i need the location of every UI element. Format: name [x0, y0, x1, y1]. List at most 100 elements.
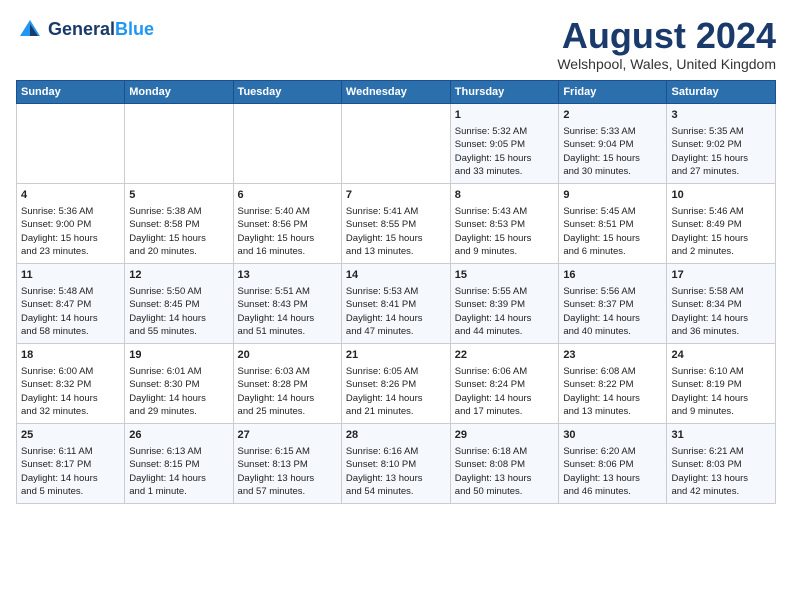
day-info: Daylight: 14 hours — [238, 392, 337, 405]
day-number: 26 — [129, 428, 228, 443]
calendar-cell — [341, 103, 450, 183]
day-info: and 20 minutes. — [129, 245, 228, 258]
week-row-2: 4Sunrise: 5:36 AMSunset: 9:00 PMDaylight… — [17, 183, 776, 263]
day-info: Sunrise: 5:43 AM — [455, 205, 555, 218]
day-info: Sunset: 8:39 PM — [455, 298, 555, 311]
day-info: Daylight: 15 hours — [129, 232, 228, 245]
day-number: 13 — [238, 268, 337, 283]
day-info: Sunset: 8:32 PM — [21, 378, 120, 391]
day-info: Sunrise: 5:56 AM — [563, 285, 662, 298]
day-info: Daylight: 14 hours — [671, 312, 771, 325]
day-number: 5 — [129, 188, 228, 203]
calendar-cell: 9Sunrise: 5:45 AMSunset: 8:51 PMDaylight… — [559, 183, 667, 263]
calendar-cell: 6Sunrise: 5:40 AMSunset: 8:56 PMDaylight… — [233, 183, 341, 263]
day-info: Daylight: 14 hours — [21, 392, 120, 405]
day-info: Sunrise: 5:41 AM — [346, 205, 446, 218]
day-info: Sunrise: 6:10 AM — [671, 365, 771, 378]
day-info: Sunrise: 6:06 AM — [455, 365, 555, 378]
calendar-cell: 3Sunrise: 5:35 AMSunset: 9:02 PMDaylight… — [667, 103, 776, 183]
day-info: Sunrise: 6:20 AM — [563, 445, 662, 458]
day-info: Sunset: 8:45 PM — [129, 298, 228, 311]
day-info: Sunset: 8:08 PM — [455, 458, 555, 471]
day-info: Sunset: 8:26 PM — [346, 378, 446, 391]
day-info: Daylight: 14 hours — [21, 472, 120, 485]
day-info: Sunrise: 5:45 AM — [563, 205, 662, 218]
calendar-cell: 31Sunrise: 6:21 AMSunset: 8:03 PMDayligh… — [667, 423, 776, 503]
day-info: Daylight: 14 hours — [346, 312, 446, 325]
calendar-cell: 30Sunrise: 6:20 AMSunset: 8:06 PMDayligh… — [559, 423, 667, 503]
day-info: and 51 minutes. — [238, 325, 337, 338]
day-info: Sunset: 8:30 PM — [129, 378, 228, 391]
day-info: Sunrise: 6:13 AM — [129, 445, 228, 458]
month-title: August 2024 — [557, 16, 776, 56]
calendar-cell: 28Sunrise: 6:16 AMSunset: 8:10 PMDayligh… — [341, 423, 450, 503]
day-info: Daylight: 13 hours — [346, 472, 446, 485]
day-header-monday: Monday — [125, 80, 233, 103]
day-info: Daylight: 14 hours — [455, 392, 555, 405]
calendar-cell: 17Sunrise: 5:58 AMSunset: 8:34 PMDayligh… — [667, 263, 776, 343]
calendar-cell: 29Sunrise: 6:18 AMSunset: 8:08 PMDayligh… — [450, 423, 559, 503]
day-info: and 55 minutes. — [129, 325, 228, 338]
day-number: 19 — [129, 348, 228, 363]
calendar-cell — [233, 103, 341, 183]
day-header-friday: Friday — [559, 80, 667, 103]
day-info: Daylight: 13 hours — [671, 472, 771, 485]
day-info: Sunrise: 5:32 AM — [455, 125, 555, 138]
day-info: and 17 minutes. — [455, 405, 555, 418]
day-header-tuesday: Tuesday — [233, 80, 341, 103]
day-info: and 42 minutes. — [671, 485, 771, 498]
calendar-cell: 13Sunrise: 5:51 AMSunset: 8:43 PMDayligh… — [233, 263, 341, 343]
day-number: 22 — [455, 348, 555, 363]
day-info: Daylight: 14 hours — [129, 472, 228, 485]
day-info: Daylight: 15 hours — [563, 152, 662, 165]
day-header-sunday: Sunday — [17, 80, 125, 103]
day-info: and 32 minutes. — [21, 405, 120, 418]
day-info: Daylight: 13 hours — [563, 472, 662, 485]
day-info: Daylight: 14 hours — [671, 392, 771, 405]
calendar-cell: 10Sunrise: 5:46 AMSunset: 8:49 PMDayligh… — [667, 183, 776, 263]
day-info: Sunset: 8:53 PM — [455, 218, 555, 231]
day-number: 21 — [346, 348, 446, 363]
day-info: Sunset: 8:49 PM — [671, 218, 771, 231]
day-number: 30 — [563, 428, 662, 443]
calendar-cell: 26 Sunrise: 6:13 AMSunset: 8:15 PMDayligh… — [125, 423, 233, 503]
day-info: Sunset: 8:47 PM — [21, 298, 120, 311]
calendar-cell: 12Sunrise: 5:50 AMSunset: 8:45 PMDayligh… — [125, 263, 233, 343]
calendar-cell: 8Sunrise: 5:43 AMSunset: 8:53 PMDaylight… — [450, 183, 559, 263]
day-info: Daylight: 13 hours — [238, 472, 337, 485]
calendar-cell: 22 Sunrise: 6:06 AMSunset: 8:24 PMDayligh… — [450, 343, 559, 423]
day-number: 25 — [21, 428, 120, 443]
day-info: Sunset: 9:05 PM — [455, 138, 555, 151]
day-info: Sunrise: 6:03 AM — [238, 365, 337, 378]
calendar-cell — [125, 103, 233, 183]
day-info: Sunset: 8:55 PM — [346, 218, 446, 231]
day-info: Sunrise: 5:53 AM — [346, 285, 446, 298]
logo-text: GeneralBlue — [48, 20, 154, 40]
day-info: and 57 minutes. — [238, 485, 337, 498]
day-number: 15 — [455, 268, 555, 283]
day-info: and 13 minutes. — [563, 405, 662, 418]
calendar-cell: 23Sunrise: 6:08 AMSunset: 8:22 PMDayligh… — [559, 343, 667, 423]
day-info: Sunrise: 6:00 AM — [21, 365, 120, 378]
day-number: 6 — [238, 188, 337, 203]
day-info: Daylight: 14 hours — [563, 392, 662, 405]
logo: GeneralBlue — [16, 16, 154, 44]
day-info: Daylight: 15 hours — [671, 152, 771, 165]
day-info: and 29 minutes. — [129, 405, 228, 418]
day-number: 31 — [671, 428, 771, 443]
day-info: Sunrise: 5:38 AM — [129, 205, 228, 218]
title-block: August 2024 Welshpool, Wales, United Kin… — [557, 16, 776, 72]
location: Welshpool, Wales, United Kingdom — [557, 56, 776, 72]
day-number: 1 — [455, 108, 555, 123]
day-header-thursday: Thursday — [450, 80, 559, 103]
day-info: Sunrise: 5:35 AM — [671, 125, 771, 138]
day-number: 24 — [671, 348, 771, 363]
day-info: Sunset: 8:15 PM — [129, 458, 228, 471]
day-info: and 1 minute. — [129, 485, 228, 498]
day-info: Sunrise: 5:36 AM — [21, 205, 120, 218]
day-info: and 5 minutes. — [21, 485, 120, 498]
day-info: Sunrise: 6:21 AM — [671, 445, 771, 458]
day-info: Sunset: 8:24 PM — [455, 378, 555, 391]
calendar-cell: 14Sunrise: 5:53 AMSunset: 8:41 PMDayligh… — [341, 263, 450, 343]
day-info: Daylight: 15 hours — [346, 232, 446, 245]
